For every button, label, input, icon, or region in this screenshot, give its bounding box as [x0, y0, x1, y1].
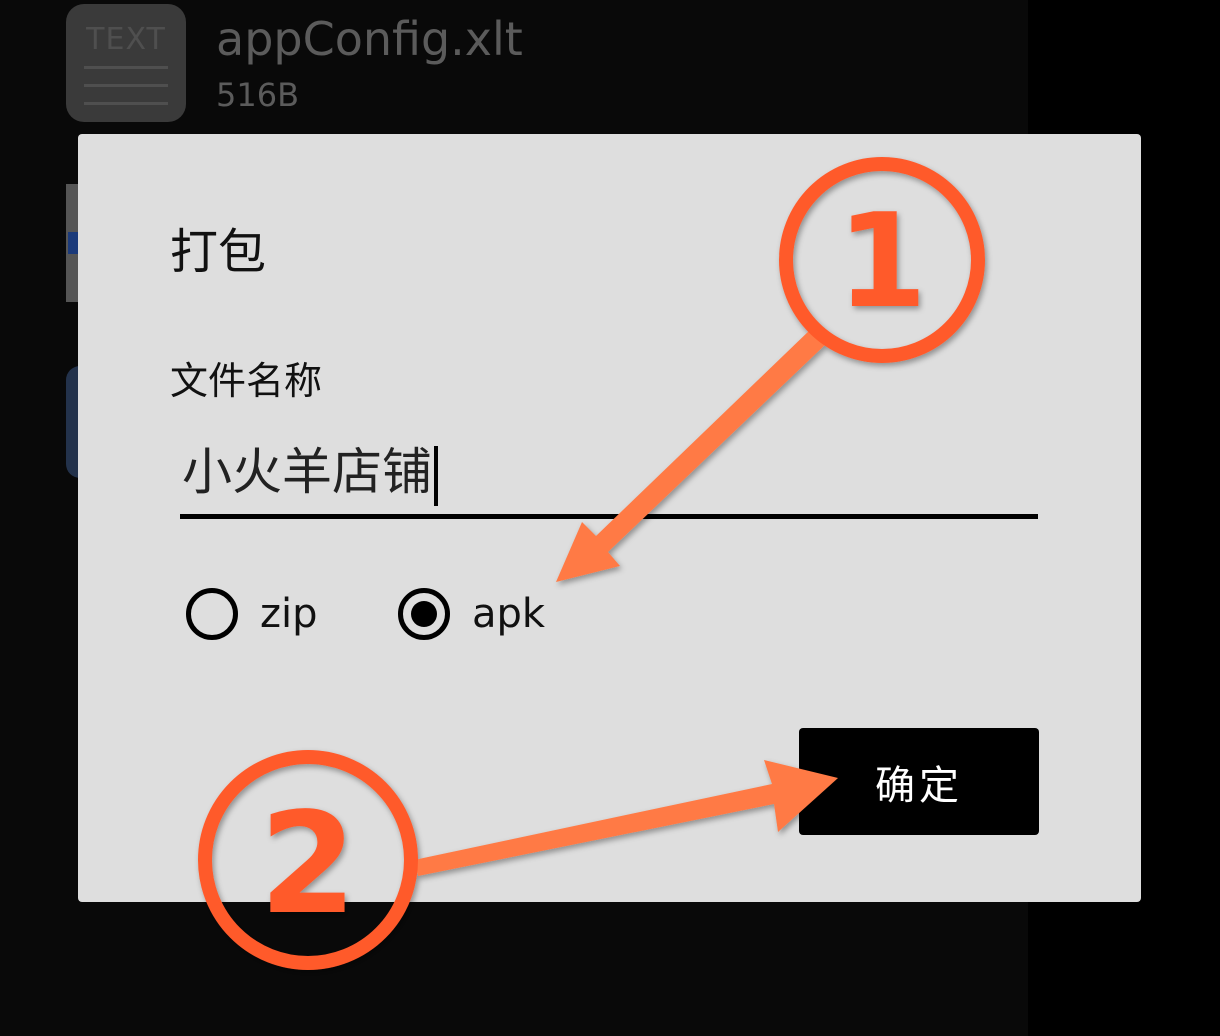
- file-icon-line: [84, 102, 168, 105]
- file-name-input[interactable]: 小火羊店铺: [180, 422, 1038, 519]
- package-dialog: 打包 文件名称 小火羊店铺 zip apk 确定: [78, 134, 1141, 902]
- radio-option-apk[interactable]: apk: [398, 582, 545, 646]
- radio-label-zip: zip: [260, 591, 318, 637]
- screen: TEXT appConfig.xlt 516B 打包 文件名称 小火羊店铺 zi…: [0, 0, 1220, 1036]
- radio-option-zip[interactable]: zip: [186, 582, 318, 646]
- confirm-button[interactable]: 确定: [799, 728, 1039, 835]
- radio-checked-icon[interactable]: [398, 588, 450, 640]
- file-icon-line: [84, 66, 168, 69]
- file-size: 516B: [216, 76, 300, 114]
- file-name[interactable]: appConfig.xlt: [216, 12, 523, 66]
- file-name-value: 小火羊店铺: [182, 432, 438, 506]
- text-file-icon: TEXT: [66, 4, 186, 122]
- radio-unchecked-icon[interactable]: [186, 588, 238, 640]
- dialog-title: 打包: [170, 224, 267, 280]
- text-caret: [434, 445, 438, 506]
- file-name-label: 文件名称: [170, 359, 323, 403]
- radio-label-apk: apk: [472, 591, 546, 637]
- file-icon-line: [84, 84, 168, 87]
- file-icon-label: TEXT: [86, 22, 166, 57]
